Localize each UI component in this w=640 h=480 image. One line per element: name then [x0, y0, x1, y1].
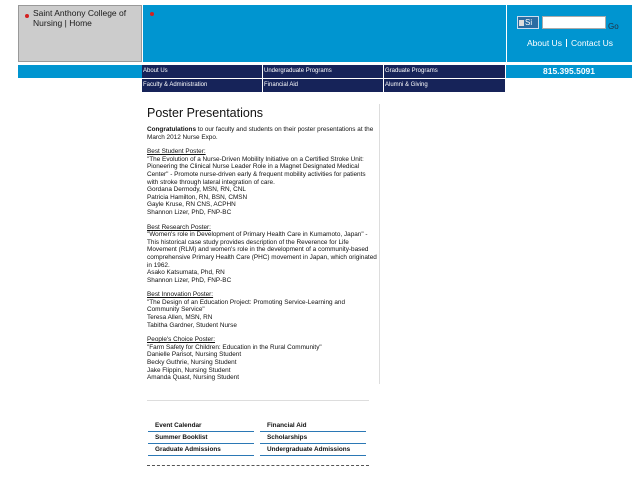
author: Jake Flippin, Nursing Student: [147, 366, 231, 374]
intro-bold: Congratulations: [147, 126, 196, 133]
footer-dashed-divider: [147, 465, 369, 466]
bullet-icon: [25, 14, 29, 18]
footer-link-scholarships[interactable]: Scholarships: [260, 432, 366, 444]
nav-item-about-us[interactable]: About Us: [142, 65, 262, 78]
award-description: "The Evolution of a Nurse-Driven Mobilit…: [147, 155, 366, 186]
main-nav: About Us Undergraduate Programs Graduate…: [142, 65, 505, 93]
award-section: People's Choice Poster: "Farm Safety for…: [147, 336, 377, 382]
author: Gayle Kruse, RN CNS, ACPHN: [147, 201, 236, 209]
nav-item-financial-aid[interactable]: Financial Aid: [263, 79, 383, 92]
award-description: "Women's role in Development of Primary …: [147, 231, 377, 269]
footer-divider: [147, 400, 369, 401]
award-description: "The Design of an Education Project: Pro…: [147, 298, 346, 314]
search-icon: [519, 19, 524, 26]
author: Asako Katsumata, Phd, RN: [147, 269, 225, 277]
nav-item-undergraduate-programs[interactable]: Undergraduate Programs: [263, 65, 383, 78]
main-content: Poster Presentations Congratulations to …: [147, 106, 377, 382]
award-section: Best Research Poster: "Women's role in D…: [147, 224, 377, 285]
author: Patricia Hamilton, RN, BSN, CMSN: [147, 193, 248, 201]
author: Shannon Lizer, PhD, FNP-BC: [147, 208, 232, 216]
author: Amanda Quast, Nursing Student: [147, 374, 240, 382]
author: Shannon Lizer, PhD, FNP-BC: [147, 276, 232, 284]
header-utility: Si Go About Us Contact Us: [506, 5, 632, 62]
page-title: Poster Presentations: [147, 106, 264, 120]
nav-item-alumni-giving[interactable]: Alumni & Giving: [384, 79, 505, 92]
footer-link-summer-booklist[interactable]: Summer Booklist: [148, 432, 254, 444]
award-heading: Best Innovation Poster:: [147, 291, 214, 299]
footer-link-financial-aid[interactable]: Financial Aid: [260, 420, 366, 432]
footer-link-event-calendar[interactable]: Event Calendar: [148, 420, 254, 432]
award-description: "Farm Safety for Children: Education in …: [147, 343, 322, 351]
author: Teresa Allen, MSN, RN: [147, 314, 213, 322]
logo-text: Saint Anthony College of Nursing | Home: [33, 8, 127, 28]
search-button[interactable]: Si: [517, 16, 539, 29]
header-banner: [143, 5, 506, 62]
search-input[interactable]: [542, 16, 606, 29]
award-section: Best Student Poster: "The Evolution of a…: [147, 148, 377, 216]
nav-item-faculty-administration[interactable]: Faculty & Administration: [142, 79, 262, 92]
author: Tabitha Gardner, Student Nurse: [147, 321, 237, 329]
intro-text: Congratulations to our faculty and stude…: [147, 126, 377, 141]
footer-link-graduate-admissions[interactable]: Graduate Admissions: [148, 444, 254, 456]
utility-links: About Us Contact Us: [507, 38, 633, 48]
nav-item-graduate-programs[interactable]: Graduate Programs: [384, 65, 505, 78]
author: Gordana Dermody, MSN, RN, CNL: [147, 186, 246, 194]
content-divider: [379, 104, 380, 384]
author: Becky Guthrie, Nursing Student: [147, 359, 237, 367]
phone-number: 815.395.5091: [506, 65, 632, 78]
award-heading: Best Student Poster:: [147, 148, 206, 156]
search-button-label: Si: [525, 18, 533, 27]
go-button[interactable]: Go: [608, 22, 619, 31]
logo-home-link[interactable]: Saint Anthony College of Nursing | Home: [18, 5, 142, 62]
nav-spacer: [18, 65, 142, 78]
divider: [565, 39, 567, 47]
award-heading: Best Research Poster:: [147, 223, 211, 231]
award-section: Best Innovation Poster: "The Design of a…: [147, 291, 377, 329]
broken-image-icon: [150, 12, 154, 16]
award-heading: People's Choice Poster:: [147, 336, 216, 344]
about-us-link[interactable]: About Us: [527, 38, 562, 48]
footer-link-undergraduate-admissions[interactable]: Undergraduate Admissions: [260, 444, 366, 456]
contact-us-link[interactable]: Contact Us: [571, 38, 613, 48]
author: Danielle Parisot, Nursing Student: [147, 351, 242, 359]
